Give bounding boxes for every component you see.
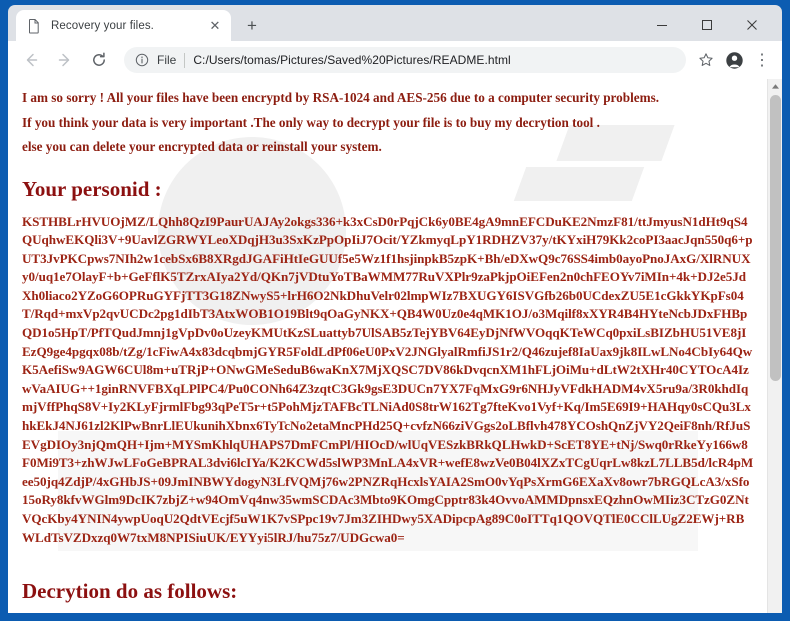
- browser-window: Recovery your files. ✕ + File C:/Users/t…: [0, 0, 790, 621]
- profile-avatar-icon[interactable]: [720, 46, 748, 74]
- window-controls: [639, 10, 774, 42]
- close-icon[interactable]: ✕: [207, 18, 223, 34]
- page-icon: [26, 18, 42, 34]
- decryption-heading: Decrytion do as follows:: [22, 579, 238, 604]
- browser-tab[interactable]: Recovery your files. ✕: [16, 10, 231, 41]
- scroll-up-arrow-icon[interactable]: [768, 79, 782, 94]
- toolbar-actions: ⋮: [692, 46, 776, 74]
- ransom-note-content: I am so sorry ! All your files have been…: [8, 79, 767, 603]
- new-tab-button[interactable]: +: [240, 14, 264, 38]
- back-icon[interactable]: [16, 45, 46, 75]
- personid-heading: Your personid :: [22, 176, 162, 201]
- tab-strip: Recovery your files. ✕ +: [8, 5, 782, 41]
- address-bar[interactable]: File C:/Users/tomas/Pictures/Saved%20Pic…: [124, 47, 686, 73]
- maximize-button[interactable]: [684, 10, 729, 40]
- info-circle-icon[interactable]: [134, 52, 150, 68]
- close-window-button[interactable]: [729, 10, 774, 40]
- scrollbar-thumb[interactable]: [770, 95, 781, 381]
- bookmark-star-icon[interactable]: [692, 46, 720, 74]
- browser-toolbar: File C:/Users/tomas/Pictures/Saved%20Pic…: [8, 41, 782, 79]
- omnibox-divider: [184, 52, 186, 68]
- url-text[interactable]: C:/Users/tomas/Pictures/Saved%20Pictures…: [193, 53, 676, 67]
- browser-menu-icon[interactable]: ⋮: [748, 46, 776, 74]
- intro-line-2: If you think your data is very important…: [22, 114, 600, 130]
- scheme-label: File: [157, 53, 177, 67]
- page-viewport: I am so sorry ! All your files have been…: [8, 79, 782, 613]
- tab-title: Recovery your files.: [51, 19, 154, 32]
- intro-line-3: else you can delete your encrypted data …: [22, 139, 382, 154]
- reload-icon[interactable]: [84, 45, 114, 75]
- intro-line-1: I am so sorry ! All your files have been…: [22, 90, 660, 105]
- personid-value: KSTHBLrHVUOjMZ/LQhh8QzI9PaurUAJAy2okgs33…: [22, 213, 754, 545]
- minimize-button[interactable]: [639, 10, 684, 40]
- page-body: I am so sorry ! All your files have been…: [8, 79, 767, 613]
- forward-icon[interactable]: [50, 45, 80, 75]
- page-scrollbar[interactable]: [767, 79, 782, 613]
